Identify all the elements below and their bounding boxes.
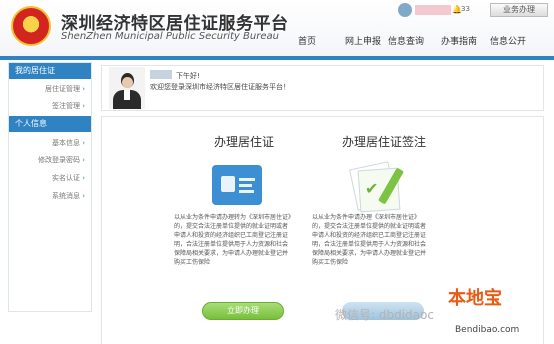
certificate-icon: ✔: [349, 161, 409, 213]
arrow-icon: ›: [82, 85, 85, 93]
notification-count: 33: [461, 5, 470, 13]
header-divider: [0, 56, 554, 60]
arrow-icon: ›: [82, 139, 85, 147]
sidebar-item-real-name[interactable]: 实名认证 ›: [52, 173, 85, 183]
endorsement-desc: 以从业为条件申请办理《深圳市居住证》的，提交合法注册单位提供的就业证明或者申请人…: [312, 214, 427, 266]
greeting: 下午好!: [176, 72, 200, 80]
user-photo: [109, 67, 145, 109]
top-header: ★ 深圳经济特区居住证服务平台 ShenZhen Municipal Publi…: [0, 0, 554, 56]
nav-guide[interactable]: 办事指南: [441, 34, 477, 47]
arrow-icon: ›: [82, 192, 85, 200]
arrow-icon: ›: [82, 174, 85, 182]
sidebar-item-endorsement[interactable]: 签注管理 ›: [52, 101, 85, 111]
nav-info-query[interactable]: 信息查询: [388, 34, 424, 47]
arrow-icon: ›: [82, 102, 85, 110]
arrow-icon: ›: [82, 156, 85, 164]
user-avatar-icon[interactable]: [398, 3, 412, 17]
wechat-watermark: 微信号: dbdidaoc: [335, 308, 434, 322]
sidebar-item-change-password[interactable]: 修改登录密码 ›: [38, 155, 85, 165]
business-button[interactable]: 业务办理: [490, 3, 548, 17]
bendibao-logo: 本地宝: [448, 288, 502, 309]
endorsement-title: 办理居住证签注: [342, 135, 427, 149]
apply-now-button[interactable]: 立即办理: [202, 302, 284, 320]
sidebar-section-personal: 个人信息: [9, 116, 91, 132]
user-name-masked: [415, 5, 451, 15]
national-emblem-icon: ★: [11, 6, 51, 46]
user-name-blurred: [150, 70, 172, 79]
apply-residence-title: 办理居住证: [214, 135, 275, 149]
nav-home[interactable]: 首页: [298, 34, 316, 47]
sidebar-item-basic-info[interactable]: 基本信息 ›: [52, 138, 85, 148]
nav-online-apply[interactable]: 网上申报: [345, 34, 381, 47]
nav-public-info[interactable]: 信息公开: [490, 34, 526, 47]
welcome-message: 欢迎您登录深圳市经济特区居住证服务平台！: [150, 83, 290, 91]
site-subtitle: ShenZhen Municipal Public Security Burea…: [61, 31, 279, 42]
bendibao-url: Bendibao.com: [455, 325, 520, 335]
welcome-panel: 下午好! 欢迎您登录深圳市经济特区居住证服务平台！: [101, 65, 544, 111]
sidebar-item-messages[interactable]: 系统消息 ›: [52, 191, 85, 201]
sidebar-section-residence: 我的居住证: [9, 63, 91, 79]
sidebar-item-residence-manage[interactable]: 居住证管理 ›: [45, 84, 85, 94]
apply-residence-desc: 以从业为条件申请办理转为《深圳市居住证》的，提交合法注册单位提供的就业证明或者申…: [174, 214, 292, 266]
id-card-icon: [212, 165, 262, 205]
sidebar: 我的居住证 居住证管理 › 签注管理 › 个人信息 基本信息 › 修改登录密码 …: [8, 62, 92, 312]
